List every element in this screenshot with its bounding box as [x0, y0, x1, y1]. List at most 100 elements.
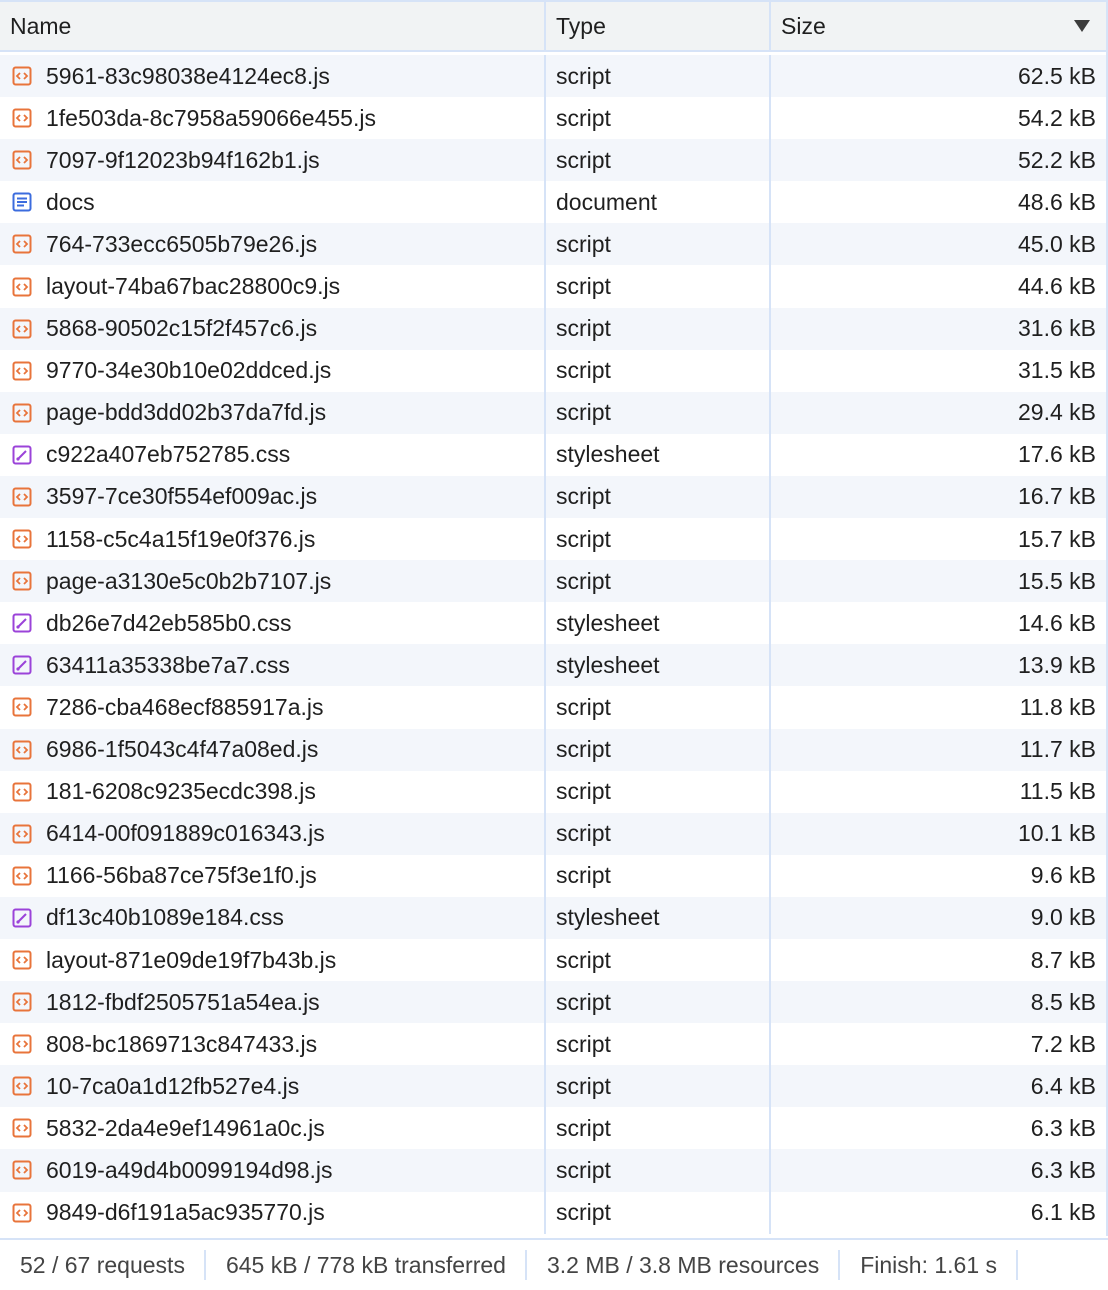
- cell-type: script: [546, 728, 771, 771]
- cell-name[interactable]: docs: [0, 181, 546, 224]
- table-row[interactable]: 6019-a49d4b0099194d98.js script 6.3 kB: [0, 1149, 1106, 1192]
- request-size: 6.1 kB: [1030, 1199, 1096, 1226]
- table-row[interactable]: 7286-cba468ecf885917a.js script 11.8 kB: [0, 686, 1106, 729]
- cell-name[interactable]: 1812-fbdf2505751a54ea.js: [0, 981, 546, 1024]
- cell-name[interactable]: 1166-56ba87ce75f3e1f0.js: [0, 854, 546, 897]
- cell-size: 6.3 kB: [771, 1107, 1106, 1149]
- cell-name[interactable]: 63411a35338be7a7.css: [0, 644, 546, 687]
- table-row[interactable]: 63411a35338be7a7.css stylesheet 13.9 kB: [0, 644, 1106, 687]
- table-row[interactable]: 5868-90502c15f2f457c6.js script 31.6 kB: [0, 307, 1106, 350]
- script-icon: [12, 866, 46, 886]
- request-size: 29.4 kB: [1018, 399, 1096, 426]
- cell-name[interactable]: 9770-34e30b10e02ddced.js: [0, 349, 546, 392]
- table-row[interactable]: 9849-d6f191a5ac935770.js script 6.1 kB: [0, 1191, 1106, 1234]
- cell-name[interactable]: page-a3130e5c0b2b7107.js: [0, 560, 546, 603]
- cell-name[interactable]: df13c40b1089e184.css: [0, 896, 546, 939]
- table-row[interactable]: c922a407eb752785.css stylesheet 17.6 kB: [0, 433, 1106, 476]
- request-size: 62.5 kB: [1018, 62, 1096, 89]
- request-type: script: [556, 1072, 611, 1099]
- cell-name[interactable]: 181-6208c9235ecdc398.js: [0, 770, 546, 813]
- cell-name[interactable]: 1fe503da-8c7958a59066e455.js: [0, 97, 546, 140]
- request-size: 15.7 kB: [1018, 525, 1096, 552]
- cell-type: script: [546, 854, 771, 897]
- table-row[interactable]: df13c40b1089e184.css stylesheet 9.0 kB: [0, 896, 1106, 939]
- cell-name[interactable]: 5961-83c98038e4124ec8.js: [0, 55, 546, 98]
- table-row[interactable]: 1166-56ba87ce75f3e1f0.js script 9.6 kB: [0, 854, 1106, 897]
- cell-size: 31.6 kB: [771, 308, 1106, 350]
- cell-name[interactable]: 7286-cba468ecf885917a.js: [0, 686, 546, 729]
- cell-size: 15.5 kB: [771, 560, 1106, 602]
- cell-name[interactable]: 5868-90502c15f2f457c6.js: [0, 307, 546, 350]
- cell-name[interactable]: layout-871e09de19f7b43b.js: [0, 938, 546, 982]
- cell-name[interactable]: 6414-00f091889c016343.js: [0, 812, 546, 855]
- script-icon: [12, 950, 46, 970]
- request-type: stylesheet: [556, 904, 660, 931]
- request-size: 52.2 kB: [1018, 146, 1096, 173]
- table-row[interactable]: 1158-c5c4a15f19e0f376.js script 15.7 kB: [0, 518, 1106, 561]
- request-size: 17.6 kB: [1018, 441, 1096, 468]
- cell-size: 16.7 kB: [771, 476, 1106, 518]
- cell-name[interactable]: 1158-c5c4a15f19e0f376.js: [0, 518, 546, 561]
- table-row[interactable]: 10-7ca0a1d12fb527e4.js script 6.4 kB: [0, 1065, 1106, 1108]
- table-row[interactable]: layout-871e09de19f7b43b.js script 8.7 kB: [0, 938, 1106, 982]
- request-type: script: [556, 820, 611, 847]
- cell-name[interactable]: 3597-7ce30f554ef009ac.js: [0, 475, 546, 519]
- table-row[interactable]: 764-733ecc6505b79e26.js script 45.0 kB: [0, 223, 1106, 266]
- column-header-size[interactable]: Size: [771, 2, 1106, 50]
- table-row[interactable]: db26e7d42eb585b0.css stylesheet 14.6 kB: [0, 602, 1106, 645]
- stylesheet-icon: [12, 613, 46, 633]
- table-row[interactable]: 6986-1f5043c4f47a08ed.js script 11.7 kB: [0, 728, 1106, 771]
- cell-type: script: [546, 938, 771, 982]
- table-row[interactable]: 181-6208c9235ecdc398.js script 11.5 kB: [0, 770, 1106, 813]
- table-row[interactable]: 9770-34e30b10e02ddced.js script 31.5 kB: [0, 349, 1106, 392]
- cell-type: script: [546, 391, 771, 434]
- cell-size: 48.6 kB: [771, 181, 1106, 223]
- column-header-type[interactable]: Type: [546, 2, 771, 50]
- cell-size: 13.9 kB: [771, 644, 1106, 686]
- cell-name[interactable]: 808-bc1869713c847433.js: [0, 1023, 546, 1066]
- request-name: 9849-d6f191a5ac935770.js: [46, 1199, 325, 1226]
- script-icon: [12, 740, 46, 760]
- cell-name[interactable]: 764-733ecc6505b79e26.js: [0, 223, 546, 266]
- cell-size: 14.6 kB: [771, 602, 1106, 644]
- cell-name[interactable]: 10-7ca0a1d12fb527e4.js: [0, 1065, 546, 1108]
- cell-name[interactable]: 9849-d6f191a5ac935770.js: [0, 1191, 546, 1234]
- request-name: 10-7ca0a1d12fb527e4.js: [46, 1072, 300, 1099]
- cell-size: 45.0 kB: [771, 223, 1106, 265]
- cell-type: script: [546, 97, 771, 140]
- request-size: 31.6 kB: [1018, 315, 1096, 342]
- request-size: 6.3 kB: [1030, 1114, 1096, 1141]
- table-row[interactable]: 7097-9f12023b94f162b1.js script 52.2 kB: [0, 139, 1106, 182]
- table-row[interactable]: 1812-fbdf2505751a54ea.js script 8.5 kB: [0, 981, 1106, 1024]
- cell-name[interactable]: 7097-9f12023b94f162b1.js: [0, 139, 546, 182]
- cell-type: script: [546, 981, 771, 1024]
- table-row[interactable]: 1fe503da-8c7958a59066e455.js script 54.2 k…: [0, 97, 1106, 140]
- column-header-size-label: Size: [781, 12, 826, 39]
- cell-name[interactable]: 6986-1f5043c4f47a08ed.js: [0, 728, 546, 771]
- column-header-type-label: Type: [556, 12, 606, 39]
- cell-name[interactable]: c922a407eb752785.css: [0, 433, 546, 476]
- table-row[interactable]: 808-bc1869713c847433.js script 7.2 kB: [0, 1023, 1106, 1066]
- table-row[interactable]: page-a3130e5c0b2b7107.js script 15.5 kB: [0, 560, 1106, 603]
- table-row[interactable]: 5832-2da4e9ef14961a0c.js script 6.3 kB: [0, 1107, 1106, 1150]
- table-row[interactable]: 5961-83c98038e4124ec8.js script 62.5 kB: [0, 55, 1106, 98]
- request-type: document: [556, 188, 658, 215]
- cell-name[interactable]: db26e7d42eb585b0.css: [0, 602, 546, 645]
- request-size: 45.0 kB: [1018, 230, 1096, 257]
- script-icon: [12, 571, 46, 591]
- cell-name[interactable]: 5832-2da4e9ef14961a0c.js: [0, 1107, 546, 1150]
- cell-name[interactable]: 6019-a49d4b0099194d98.js: [0, 1149, 546, 1192]
- table-row[interactable]: layout-74ba67bac28800c9.js script 44.6 kB: [0, 265, 1106, 308]
- network-requests-table: Name Type Size 5961-83c98038e4124ec8.js s…: [0, 0, 1108, 1236]
- table-row[interactable]: docs document 48.6 kB: [0, 181, 1106, 224]
- cell-name[interactable]: page-bdd3dd02b37da7fd.js: [0, 391, 546, 434]
- table-row[interactable]: page-bdd3dd02b37da7fd.js script 29.4 kB: [0, 391, 1106, 434]
- cell-name[interactable]: layout-74ba67bac28800c9.js: [0, 265, 546, 308]
- column-header-name[interactable]: Name: [0, 2, 546, 50]
- script-icon: [12, 234, 46, 254]
- table-row[interactable]: 6414-00f091889c016343.js script 10.1 kB: [0, 812, 1106, 855]
- request-type: script: [556, 399, 611, 426]
- cell-type: stylesheet: [546, 433, 771, 476]
- cell-size: 31.5 kB: [771, 350, 1106, 392]
- table-row[interactable]: 3597-7ce30f554ef009ac.js script 16.7 kB: [0, 475, 1106, 519]
